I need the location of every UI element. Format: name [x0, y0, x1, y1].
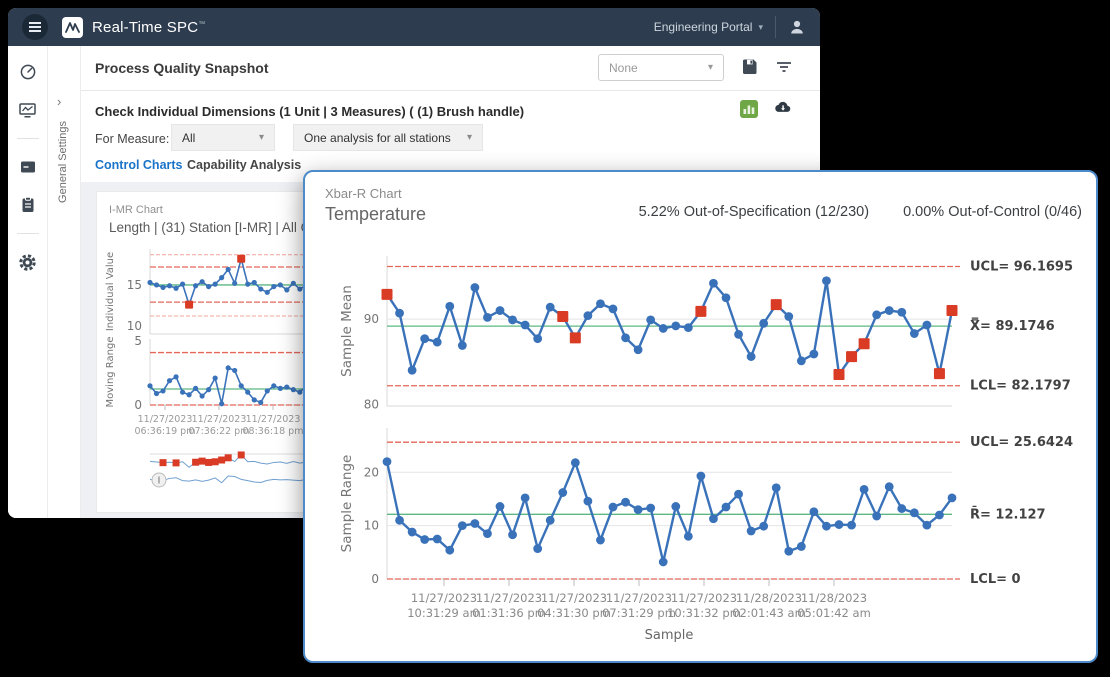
svg-text:90: 90	[364, 312, 379, 326]
save-icon[interactable]	[740, 57, 760, 77]
svg-text:10:31:32 pm: 10:31:32 pm	[667, 606, 741, 620]
svg-text:UCL= 25.6424: UCL= 25.6424	[970, 435, 1073, 450]
tab-control-charts[interactable]: Control Charts	[95, 158, 183, 185]
imr-chart-type-label: I-MR Chart	[109, 204, 163, 216]
svg-text:11/27/2023: 11/27/2023	[246, 414, 301, 425]
svg-text:11/27/2023: 11/27/2023	[411, 591, 477, 605]
out-of-control-stat: 0.00% Out-of-Control (0/46)	[903, 204, 1082, 220]
svg-text:15: 15	[127, 278, 142, 292]
sidebar-divider	[17, 138, 39, 139]
tab-capability-analysis[interactable]: Capability Analysis	[187, 158, 301, 182]
for-measure-label: For Measure:	[95, 132, 169, 146]
portal-selector[interactable]: Engineering Portal▾	[654, 20, 763, 34]
content-header: Process Quality Snapshot None▾	[81, 46, 820, 91]
page-title: Process Quality Snapshot	[95, 60, 269, 76]
user-account-icon[interactable]	[788, 18, 806, 36]
sidebar-item-cards[interactable]	[18, 157, 38, 177]
svg-text:11/28/2023: 11/28/2023	[801, 591, 867, 605]
xbar-r-chart-window: Xbar-R Chart Temperature 5.22% Out-of-Sp…	[303, 170, 1098, 663]
svg-text:LCL= 82.1797: LCL= 82.1797	[970, 379, 1071, 394]
sidebar-divider	[17, 233, 39, 234]
sidebar-item-monitoring[interactable]	[18, 100, 38, 120]
app-logo-icon	[62, 17, 83, 38]
analyze-chart-button[interactable]	[740, 100, 758, 118]
svg-text:R̄= 12.127: R̄= 12.127	[970, 506, 1046, 522]
chevron-down-icon: ▾	[758, 22, 763, 33]
chevron-down-icon: ▾	[467, 132, 472, 143]
svg-text:08:36:18 pm: 08:36:18 pm	[243, 426, 304, 437]
svg-text:04:31:30 pm: 04:31:30 pm	[537, 606, 611, 620]
svg-text:07:31:29 pm: 07:31:29 pm	[602, 606, 676, 620]
screenshot-root: { "colors": { "header_bg": "#2d3c4e", "a…	[0, 0, 1110, 677]
xbar-chart-type-label: Xbar-R Chart	[325, 186, 402, 201]
svg-text:07:36:22 pm: 07:36:22 pm	[189, 426, 250, 437]
chevron-down-icon: ▾	[708, 62, 713, 73]
svg-text:06:36:19 pm: 06:36:19 pm	[135, 426, 196, 437]
sidebar	[8, 46, 48, 518]
filter-icon[interactable]	[774, 57, 794, 77]
svg-text:LCL= 0: LCL= 0	[970, 572, 1021, 587]
svg-text:11/27/2023: 11/27/2023	[476, 591, 542, 605]
sidebar-item-dashboard[interactable]	[18, 62, 38, 82]
out-of-spec-stat: 5.22% Out-of-Specification (12/230)	[639, 204, 870, 220]
svg-text:11/27/2023: 11/27/2023	[192, 414, 247, 425]
svg-text:Individual Value: Individual Value	[105, 252, 116, 331]
app-title: Real-Time SPC™	[92, 19, 205, 36]
analysis-panel-title: Check Individual Dimensions (1 Unit | 3 …	[95, 104, 524, 119]
sidebar-item-settings[interactable]	[18, 252, 38, 272]
svg-text:5: 5	[134, 334, 142, 348]
chart-statistics: 5.22% Out-of-Specification (12/230) 0.00…	[639, 204, 1082, 220]
measure-select[interactable]: All▾	[171, 124, 275, 151]
svg-text:Sample Mean: Sample Mean	[339, 285, 355, 377]
analysis-mode-select[interactable]: One analysis for all stations▾	[293, 124, 483, 151]
svg-text:11/27/2023: 11/27/2023	[138, 414, 193, 425]
svg-text:Sample: Sample	[645, 628, 694, 643]
svg-text:X̿= 89.1746: X̿= 89.1746	[970, 318, 1055, 334]
svg-text:11/27/2023: 11/27/2023	[606, 591, 672, 605]
navigator-handle[interactable]	[152, 473, 166, 487]
svg-text:10:31:29 am: 10:31:29 am	[407, 606, 481, 620]
svg-text:20: 20	[364, 465, 379, 479]
general-settings-rail: › General Settings	[48, 46, 81, 518]
svg-text:01:31:36 pm: 01:31:36 pm	[472, 606, 546, 620]
svg-text:Moving Range: Moving Range	[105, 336, 116, 407]
cloud-download-icon[interactable]	[774, 98, 792, 116]
xbar-r-chart[interactable]: 90 80 UCL= 96.1695 X̿= 89.1746 LCL= 82.1797 S…	[305, 242, 1096, 652]
svg-text:10: 10	[364, 519, 379, 533]
svg-text:10: 10	[127, 319, 142, 333]
chevron-down-icon: ▾	[259, 132, 264, 143]
app-header: Real-Time SPC™ Engineering Portal▾	[8, 8, 820, 46]
svg-text:80: 80	[364, 397, 379, 411]
hamburger-menu-button[interactable]	[22, 14, 48, 40]
header-divider	[775, 16, 776, 38]
expand-rail-chevron[interactable]: ›	[57, 94, 61, 109]
general-settings-label: General Settings	[57, 110, 69, 214]
svg-text:11/27/2023: 11/27/2023	[671, 591, 737, 605]
svg-text:02:01:43 am: 02:01:43 am	[732, 606, 806, 620]
svg-text:0: 0	[371, 572, 379, 586]
xbar-chart-title: Temperature	[325, 204, 426, 225]
svg-text:11/27/2023: 11/27/2023	[541, 591, 607, 605]
snapshot-preset-select[interactable]: None▾	[598, 54, 724, 81]
svg-text:11/28/2023: 11/28/2023	[736, 591, 802, 605]
svg-text:Sample Range: Sample Range	[339, 455, 355, 553]
svg-text:05:01:42 am: 05:01:42 am	[797, 606, 871, 620]
sidebar-item-reports[interactable]	[18, 195, 38, 215]
svg-text:0: 0	[134, 398, 142, 412]
svg-text:UCL= 96.1695: UCL= 96.1695	[970, 259, 1073, 274]
